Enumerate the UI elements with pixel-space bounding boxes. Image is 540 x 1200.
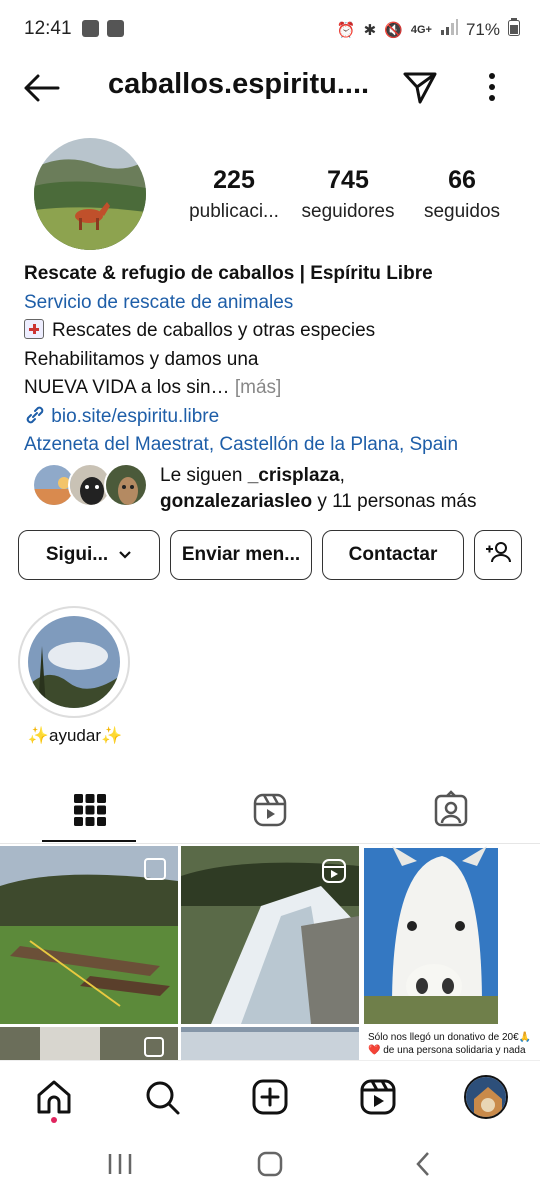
bio-line-1: Rescates de caballos y otras especies — [24, 317, 524, 346]
profile-display-name: Rescate & refugio de caballos | Espíritu… — [24, 263, 433, 284]
add-person-icon — [484, 540, 512, 570]
mutual-avatar-3 — [104, 463, 148, 507]
carousel-icon — [144, 1037, 164, 1057]
carousel-icon — [144, 858, 166, 880]
story-highlight[interactable] — [18, 606, 130, 718]
grid-post-5[interactable] — [181, 1027, 359, 1060]
chevron-down-icon — [118, 544, 132, 566]
posts-stat[interactable]: 225 publicaci... — [184, 166, 284, 223]
home-icon[interactable] — [34, 1077, 74, 1123]
notification-dot — [51, 1117, 57, 1123]
send-message-button[interactable]: Enviar men... — [170, 530, 312, 580]
profile-header: caballos.espiritu.... — [0, 58, 540, 118]
reel-icon — [321, 858, 347, 889]
mute-icon: 🔇 — [384, 21, 403, 39]
add-user-button[interactable] — [474, 530, 522, 580]
bio-line-2: Rehabilitamos y damos una — [24, 348, 259, 370]
recent-apps-icon[interactable] — [104, 1150, 136, 1183]
contact-button[interactable]: Contactar — [322, 530, 464, 580]
active-tab-indicator — [42, 840, 136, 842]
bottom-navigation — [0, 1060, 540, 1136]
system-navigation-bar — [0, 1136, 540, 1200]
tabs-divider — [0, 843, 540, 844]
mutual-followers-text: Le siguen _crisplaza, gonzalezariasleo y… — [160, 465, 477, 512]
reels-nav-icon[interactable] — [358, 1077, 398, 1117]
bluetooth-icon: ✱ — [363, 21, 377, 39]
posts-label: publicaci... — [189, 201, 279, 222]
profile-nav-avatar[interactable] — [464, 1075, 508, 1119]
reels-tab-icon[interactable] — [250, 790, 290, 830]
profile-avatar[interactable] — [34, 138, 146, 250]
grid-post-2[interactable] — [181, 846, 359, 1024]
mutual-followers[interactable]: Le siguen _crisplaza, gonzalezariasleo y… — [32, 463, 532, 513]
network-type: 4G+ — [410, 23, 432, 36]
signal-icon — [440, 19, 458, 40]
following-button[interactable]: Sigui... — [18, 530, 160, 580]
mutual-user-1[interactable]: _crisplaza — [248, 465, 340, 486]
grid-post-6[interactable]: Sólo nos llegó un donativo de 20€🙏 ❤️ de… — [362, 1027, 540, 1060]
system-back-icon[interactable] — [410, 1150, 438, 1183]
profile-tabs — [0, 780, 540, 844]
search-icon[interactable] — [142, 1077, 182, 1117]
grid-post-3[interactable] — [362, 846, 540, 1024]
status-time: 12:41 — [24, 18, 72, 39]
followers-label: seguidores — [301, 201, 395, 222]
profile-username: caballos.espiritu.... — [108, 68, 370, 100]
bio-link[interactable]: bio.site/espiritu.libre — [24, 403, 524, 432]
highlight-label[interactable]: ✨ayudar✨ — [10, 726, 140, 746]
following-stat[interactable]: 66 seguidos — [418, 166, 506, 223]
highlight-cover — [28, 616, 120, 708]
following-count: 66 — [448, 166, 476, 194]
more-options-icon[interactable] — [478, 70, 506, 111]
status-bar: 12:41 ⏰ ✱ 🔇 4G+ 71% — [0, 0, 540, 60]
home-button-icon[interactable] — [256, 1150, 284, 1183]
alarm-icon: ⏰ — [336, 21, 356, 39]
paper-plane-icon[interactable] — [402, 70, 438, 111]
followers-count: 745 — [327, 166, 369, 194]
link-icon — [24, 406, 51, 427]
profile-bio: Rescate & refugio de caballos | Espíritu… — [24, 260, 524, 460]
grid-post-1[interactable] — [0, 846, 178, 1024]
mutual-user-2[interactable]: gonzalezariasleo — [160, 491, 312, 512]
bio-line-3: NUEVA VIDA a los sin… [más] — [24, 377, 282, 398]
following-label: seguidos — [423, 201, 501, 222]
hospital-icon — [24, 319, 44, 339]
create-post-icon[interactable] — [250, 1077, 290, 1117]
back-arrow-icon[interactable] — [22, 72, 60, 109]
bio-more-link[interactable]: [más] — [235, 377, 281, 398]
grid-post-4[interactable] — [0, 1027, 178, 1060]
profile-category: Servicio de rescate de animales — [24, 291, 294, 313]
tagged-tab-icon[interactable] — [431, 790, 471, 830]
gallery-notification-icon — [82, 20, 99, 37]
battery-icon — [508, 18, 520, 41]
profile-location[interactable]: Atzeneta del Maestrat, Castellón de la P… — [24, 431, 524, 460]
post-caption-line-2: ❤️ de una persona solidaria y nada — [368, 1045, 526, 1056]
posts-count: 225 — [213, 166, 255, 194]
post-caption-line-1: Sólo nos llegó un donativo de 20€🙏 — [368, 1032, 532, 1043]
check-notification-icon — [107, 20, 124, 37]
followers-stat[interactable]: 745 seguidores — [296, 166, 400, 223]
battery-level: 71% — [465, 19, 500, 39]
grid-tab-icon[interactable] — [70, 790, 110, 830]
